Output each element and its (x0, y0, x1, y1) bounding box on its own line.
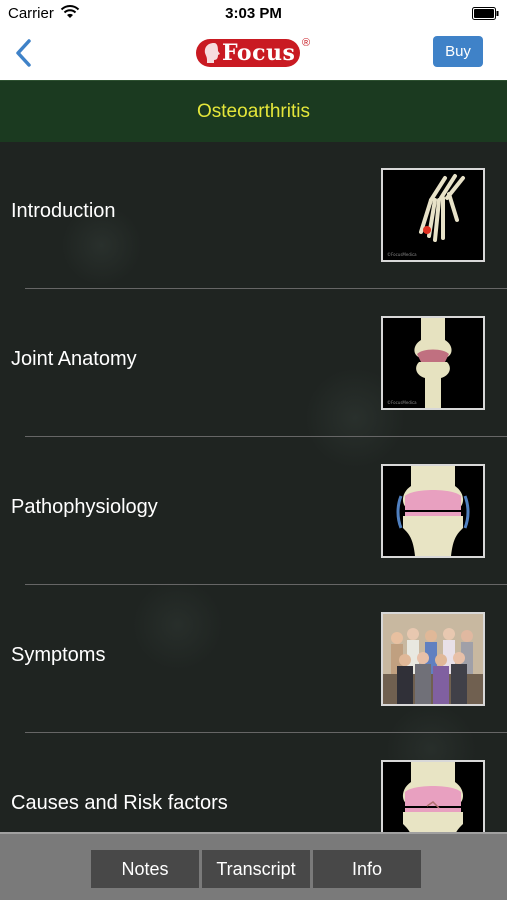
topic-label: Symptoms (11, 644, 106, 666)
bottom-tab-bar: Notes Transcript Info (0, 832, 507, 900)
topic-row-symptoms[interactable]: Symptoms (0, 586, 507, 734)
focus-logo: Focus ® (196, 37, 314, 71)
title-bar: Osteoarthritis (0, 80, 507, 142)
topic-label: Joint Anatomy (11, 348, 137, 370)
registered-mark: ® (302, 37, 311, 49)
topic-row-causes-and-risk-factors[interactable]: Causes and Risk factors (0, 734, 507, 832)
cartilage-thumbnail[interactable] (381, 464, 485, 558)
info-button[interactable]: Info (313, 850, 421, 888)
elderly-group-thumbnail[interactable] (381, 612, 485, 706)
topic-row-joint-anatomy[interactable]: Joint Anatomy ©FocusMedica (0, 290, 507, 438)
row-divider (25, 288, 507, 289)
row-divider (25, 732, 507, 733)
topic-row-introduction[interactable]: Introduction ©FocusMedica (0, 142, 507, 290)
topic-list[interactable]: Introduction ©FocusMedica Joint Anatomy … (0, 142, 507, 832)
notes-button[interactable]: Notes (91, 850, 199, 888)
topic-label: Causes and Risk factors (11, 792, 228, 814)
head-silhouette-icon (204, 43, 220, 63)
status-bar: Carrier 3:03 PM (0, 0, 507, 28)
svg-text:©FocusMedica: ©FocusMedica (387, 252, 417, 257)
hand-bones-thumbnail[interactable]: ©FocusMedica (381, 168, 485, 262)
topic-label: Pathophysiology (11, 496, 158, 518)
navigation-bar: Focus ® Buy (0, 28, 507, 80)
buy-button[interactable]: Buy (433, 36, 483, 67)
transcript-button[interactable]: Transcript (202, 850, 310, 888)
page-title: Osteoarthritis (197, 101, 310, 122)
svg-text:©FocusMedica: ©FocusMedica (387, 400, 417, 405)
knee-cartilage-thumbnail[interactable] (381, 760, 485, 832)
row-divider (25, 584, 507, 585)
logo-text: Focus (222, 40, 296, 66)
knee-joint-thumbnail[interactable]: ©FocusMedica (381, 316, 485, 410)
row-divider (25, 436, 507, 437)
back-chevron-icon[interactable] (12, 38, 36, 68)
battery-icon (472, 7, 499, 20)
topic-row-pathophysiology[interactable]: Pathophysiology (0, 438, 507, 586)
status-time: 3:03 PM (225, 5, 282, 22)
topic-label: Introduction (11, 200, 116, 222)
